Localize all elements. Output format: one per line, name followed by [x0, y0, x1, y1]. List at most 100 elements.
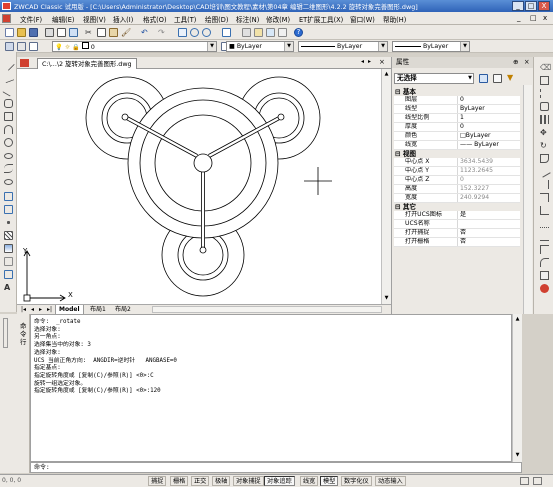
- quick-select-icon[interactable]: ▼: [507, 74, 516, 83]
- property-row[interactable]: UCS名称: [394, 220, 520, 229]
- section-misc[interactable]: ⊟ 其它: [394, 203, 520, 211]
- open-folder-icon[interactable]: [17, 28, 26, 37]
- polygon-icon[interactable]: [4, 99, 13, 108]
- zoom-window-icon[interactable]: [202, 28, 211, 37]
- print-preview-icon[interactable]: [57, 28, 66, 37]
- tab-layout1[interactable]: 布局1: [87, 305, 109, 314]
- menu-draw[interactable]: 绘图(D): [205, 14, 228, 24]
- ellipse-arc-icon[interactable]: [4, 179, 13, 185]
- command-scrollbar[interactable]: ▲ ▼: [512, 314, 522, 462]
- menu-format[interactable]: 格式(O): [143, 14, 167, 24]
- spline-icon[interactable]: [4, 164, 13, 173]
- property-row[interactable]: 厚度 0: [394, 123, 520, 132]
- menu-file[interactable]: 文件(F): [20, 14, 42, 24]
- undo-icon[interactable]: ↶: [141, 28, 150, 37]
- linetype-dropdown[interactable]: ByLayer ▼: [298, 41, 388, 52]
- property-row[interactable]: 图层 0: [394, 96, 520, 105]
- tool-palettes-icon[interactable]: [266, 28, 275, 37]
- tablet-toggle[interactable]: 数字化仪: [341, 476, 372, 486]
- menu-et-tools[interactable]: ET扩展工具(X): [299, 14, 343, 24]
- layer-dropdown[interactable]: 💡 ☼ 🔒 0 ▼: [52, 41, 217, 52]
- property-row[interactable]: 中心点 Y 1123.2645: [394, 167, 520, 176]
- menu-help[interactable]: 帮助(H): [383, 14, 406, 24]
- point-icon[interactable]: [7, 221, 10, 224]
- hatch-icon[interactable]: [4, 231, 13, 240]
- table-icon[interactable]: [4, 270, 13, 279]
- pan-icon[interactable]: [178, 28, 187, 37]
- osnap-toggle[interactable]: 对象捕捉: [233, 476, 264, 486]
- command-grip[interactable]: [3, 318, 8, 348]
- trim-icon[interactable]: [540, 193, 549, 202]
- otrack-toggle[interactable]: 对象追踪: [264, 476, 295, 486]
- lineweight-dropdown[interactable]: ByLayer ▼: [392, 41, 470, 52]
- menu-insert[interactable]: 插入(I): [113, 14, 133, 24]
- property-row[interactable]: 打开捕捉否: [394, 229, 520, 238]
- properties-scrollbar[interactable]: [523, 85, 532, 314]
- ortho-toggle[interactable]: 正交: [191, 476, 210, 486]
- snap-toggle[interactable]: 捕捉: [148, 476, 167, 486]
- lengthen-icon[interactable]: [540, 180, 549, 189]
- layer-manager-icon[interactable]: [5, 42, 14, 51]
- tab-scroll-left-icon[interactable]: ◂: [361, 58, 364, 65]
- ray-icon[interactable]: [2, 71, 15, 84]
- layer-previous-icon[interactable]: [17, 42, 26, 51]
- stretch-icon[interactable]: [538, 165, 551, 178]
- explode-icon[interactable]: [540, 284, 549, 293]
- make-block-icon[interactable]: [4, 205, 13, 214]
- section-general[interactable]: ⊟ 基本: [394, 88, 520, 96]
- property-row[interactable]: 线型 ByLayer: [394, 105, 520, 114]
- offset-icon[interactable]: [540, 102, 549, 111]
- tab-layout2[interactable]: 布局2: [112, 305, 134, 314]
- document-icon[interactable]: [2, 14, 11, 23]
- ellipse-icon[interactable]: [4, 153, 13, 159]
- zoom-previous-icon[interactable]: [222, 28, 231, 37]
- properties-icon[interactable]: [242, 28, 251, 37]
- cut-icon[interactable]: ✂: [85, 28, 94, 37]
- property-row[interactable]: 线宽 —— ByLayer: [394, 141, 520, 150]
- doc-minimize-button[interactable]: _: [517, 14, 521, 22]
- multiline-text-icon[interactable]: A: [4, 283, 13, 292]
- model-toggle[interactable]: 模型: [320, 476, 339, 486]
- select-objects-icon[interactable]: [493, 74, 502, 83]
- arc-icon[interactable]: [4, 125, 13, 134]
- rectangle-icon[interactable]: [4, 112, 13, 121]
- zoom-realtime-icon[interactable]: [190, 28, 199, 37]
- fillet-icon[interactable]: [540, 258, 549, 267]
- drawing-canvas[interactable]: Y X: [17, 69, 381, 304]
- rotate-icon[interactable]: ↻: [540, 141, 549, 150]
- erase-icon[interactable]: ⌫: [540, 63, 551, 72]
- make-object-layer-current-icon[interactable]: [29, 42, 38, 51]
- color-dropdown[interactable]: ■ ByLayer ▼: [226, 41, 294, 52]
- polar-toggle[interactable]: 极轴: [212, 476, 231, 486]
- extend-icon[interactable]: [540, 206, 549, 215]
- break-at-point-icon[interactable]: [540, 219, 549, 228]
- drawing-horizontal-scrollbar[interactable]: [152, 306, 382, 313]
- calculator-icon[interactable]: [278, 28, 287, 37]
- help-icon[interactable]: ?: [294, 28, 303, 37]
- property-row[interactable]: 中心点 Z0: [394, 176, 520, 185]
- tab-close-icon[interactable]: ×: [379, 58, 385, 66]
- toggle-pickadd-icon[interactable]: [479, 74, 488, 83]
- scroll-up-icon[interactable]: ▲: [383, 71, 390, 78]
- menu-modify[interactable]: 修改(M): [266, 14, 290, 24]
- drawing-vertical-scrollbar[interactable]: ▲ ▼: [381, 69, 391, 304]
- section-view[interactable]: ⊟ 视图: [394, 150, 520, 158]
- property-row[interactable]: 中心点 X 3634.5439: [394, 158, 520, 167]
- scale-icon[interactable]: [540, 154, 549, 163]
- region-icon[interactable]: [4, 257, 13, 266]
- lineweight-toggle[interactable]: 线宽: [300, 476, 319, 486]
- move-icon[interactable]: ✥: [540, 128, 549, 137]
- dynamic-input-toggle[interactable]: 动态输入: [375, 476, 406, 486]
- circle-icon[interactable]: [4, 138, 13, 147]
- close-panel-icon[interactable]: ×: [524, 57, 530, 68]
- construction-line-icon[interactable]: [2, 84, 15, 97]
- pin-icon[interactable]: ⊕: [513, 57, 519, 68]
- property-row[interactable]: 打开栅格否: [394, 238, 520, 247]
- menu-tools[interactable]: 工具(T): [174, 14, 196, 24]
- close-button[interactable]: X: [538, 1, 550, 11]
- chamfer-icon[interactable]: [540, 245, 549, 254]
- selection-dropdown[interactable]: 无选择 ▼: [394, 73, 474, 84]
- insert-block-icon[interactable]: [4, 192, 13, 201]
- command-input[interactable]: 命令:: [30, 462, 522, 473]
- menu-edit[interactable]: 编辑(E): [52, 14, 75, 24]
